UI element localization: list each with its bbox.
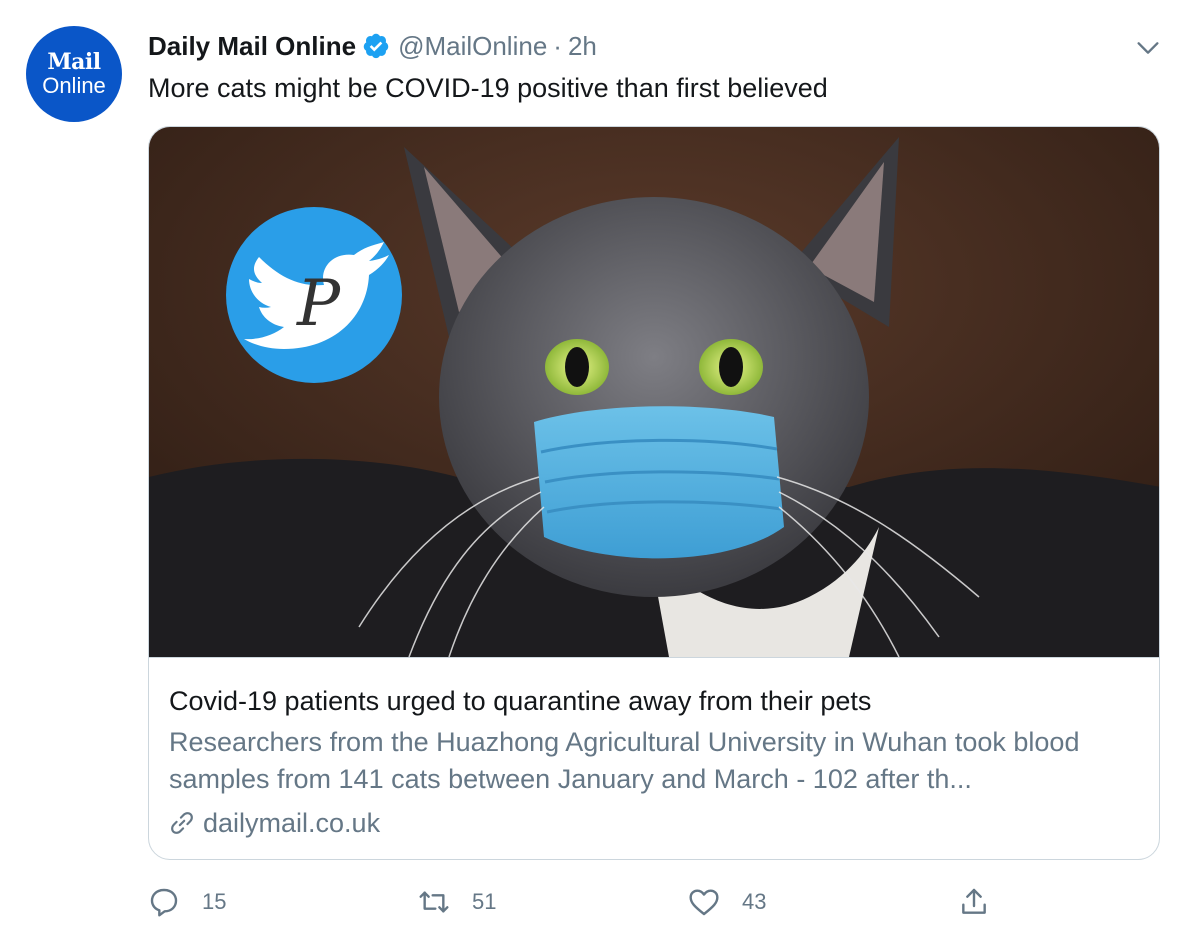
- card-description: Researchers from the Huazhong Agricultur…: [169, 727, 1080, 794]
- tweet-text: More cats might be COVID-19 positive tha…: [148, 73, 828, 103]
- like-button[interactable]: 43: [688, 880, 766, 924]
- author-handle[interactable]: @MailOnline: [398, 31, 547, 62]
- card-body[interactable]: Covid-19 patients urged to quarantine aw…: [149, 657, 1159, 859]
- link-card[interactable]: P Covid-19 patients urged to quarantine …: [148, 126, 1160, 860]
- verified-badge-icon: [363, 33, 389, 59]
- retweet-count: 51: [472, 889, 497, 914]
- card-domain[interactable]: dailymail.co.uk: [169, 806, 380, 840]
- reply-count: 15: [202, 889, 227, 914]
- author-name[interactable]: Daily Mail Online: [148, 31, 356, 62]
- link-icon: [171, 812, 193, 834]
- reply-button[interactable]: 15: [148, 880, 226, 924]
- retweet-icon: [419, 891, 449, 913]
- chevron-down-icon[interactable]: [1134, 34, 1162, 62]
- like-count: 43: [742, 889, 767, 914]
- cat-wearing-mask-image[interactable]: P: [149, 127, 1160, 657]
- tweet[interactable]: Mail Online Daily Mail Online @MailOnlin…: [0, 0, 1200, 939]
- tweet-header: Daily Mail Online @MailOnline · 2h: [148, 28, 597, 64]
- retweet-button[interactable]: 51: [418, 880, 496, 924]
- share-button[interactable]: [958, 880, 990, 924]
- card-domain-text[interactable]: dailymail.co.uk: [203, 806, 380, 840]
- reply-icon: [150, 888, 178, 917]
- tweet-timestamp[interactable]: 2h: [568, 31, 597, 62]
- avatar[interactable]: Mail Online: [26, 26, 122, 122]
- separator-dot: ·: [553, 30, 562, 61]
- avatar-logo-line1: Mail: [47, 48, 101, 75]
- avatar-logo-line2: Online: [42, 72, 106, 98]
- share-icon: [962, 888, 986, 914]
- svg-text:P: P: [296, 267, 341, 341]
- tweet-actions: 15 51 43: [148, 880, 1048, 924]
- heart-icon: [689, 889, 719, 916]
- card-title[interactable]: Covid-19 patients urged to quarantine aw…: [169, 684, 871, 718]
